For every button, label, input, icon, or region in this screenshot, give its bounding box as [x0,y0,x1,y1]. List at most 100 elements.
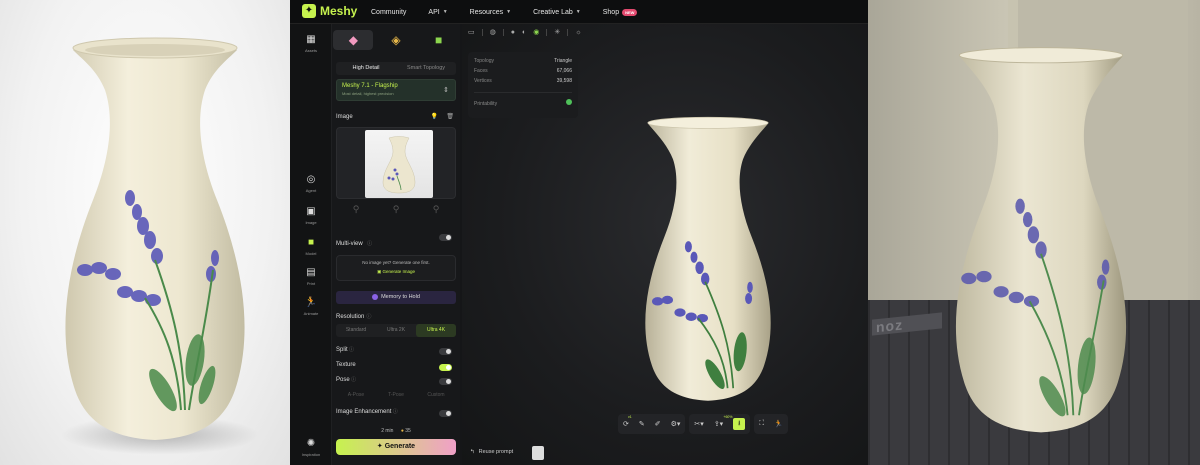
credit-cost: 35 [405,428,411,434]
toolbar-group-edit: ⟳ v1 ✎ ✐ ⚙▾ [618,414,686,434]
light-icon[interactable]: ✳ [554,28,560,36]
model-name: Meshy 7.1 - Flagship [342,83,398,89]
delete-icon[interactable]: 🗑 [446,113,454,120]
multi-view-slots: ⚲ ⚲ ⚲ [336,204,456,215]
tab-multi-object[interactable]: ◈ [376,30,416,50]
left-rail: ▦ Assets ◎ Agent ▣ Image ■ Model ▤ Print… [290,24,332,465]
main-nav: Community API ▼ Resources ▼ Creative Lab ▼ … [360,0,648,24]
nav-community[interactable]: Community [360,9,417,16]
rail-label: Model [305,251,317,256]
nav-creative-lab[interactable]: Creative Lab ▼ [522,9,592,16]
textured-sphere-icon[interactable]: ◉ [533,28,539,36]
multiview-toggle[interactable] [439,234,452,241]
rail-item-animate[interactable]: 🏃 Animate [290,295,332,317]
nav-label: Community [371,8,407,16]
magic-wand-icon[interactable]: ✎ [639,420,645,428]
memory-to-hold-button[interactable]: Memory to Hold [336,291,456,304]
lightbulb-icon[interactable]: 💡 [431,113,438,120]
rail-label: Agent [305,188,317,193]
option-standard[interactable]: Standard [336,324,376,337]
top-navbar: ✦ Meshy Community API ▼ Resources ▼ Creati… [290,0,868,24]
generate-label: Generate [384,443,416,450]
texture-label: Texture [336,362,356,368]
stat-value: Triangle [554,58,572,64]
grid-icon: ▦ [306,33,316,45]
option-t-pose[interactable]: T-Pose [376,389,416,401]
image-upload-card[interactable] [336,127,456,199]
stat-label: Faces [474,68,488,74]
3d-viewport[interactable]: ▭ ◍ ● ◐ ◉ ✳ ☼ Topology Triangle Faces 67,0… [462,24,868,465]
reuse-prompt-button[interactable]: ↰ Reuse prompt [470,449,513,455]
generate-button[interactable]: ✦ Generate [336,439,456,455]
image-icon: ▣ [306,205,316,217]
animate-icon[interactable]: 🏃 [774,420,783,428]
option-high-detail[interactable]: High Detail [336,62,396,75]
green-cube-icon: ■ [435,33,443,47]
rail-item-agent[interactable]: ◎ Agent [290,172,332,194]
option-a-pose[interactable]: A-Pose [336,389,376,401]
rail-item-inspiration[interactable]: ✺ Inspiration [290,436,332,458]
info-icon: ⓘ [366,314,372,320]
option-custom-pose[interactable]: Custom [416,389,456,401]
detail-segment: High Detail Smart Topology [336,62,456,75]
nav-api[interactable]: API ▼ [417,9,458,16]
texture-row: Texture [336,362,456,372]
nav-resources[interactable]: Resources ▼ [459,9,522,16]
enhancement-toggle[interactable] [439,410,452,417]
monitor-icon[interactable]: ▭ [468,28,475,36]
view-toolbar: ▭ ◍ ● ◐ ◉ ✳ ☼ [468,28,582,36]
rail-item-assets[interactable]: ▦ Assets [290,32,332,54]
tab-model[interactable]: ■ [419,30,459,50]
texture-toggle[interactable] [439,364,452,371]
tab-image-to-3d[interactable]: ◆ [333,30,374,50]
view-slot-back-icon[interactable]: ⚲ [433,204,440,215]
meshy-logo[interactable]: ✦ Meshy [302,4,357,18]
pose-toggle[interactable] [439,378,452,385]
view-slot-side-icon[interactable]: ⚲ [393,204,400,215]
stat-label: Vertices [474,78,492,84]
divider [474,92,572,93]
nav-shop[interactable]: Shop NEW [592,8,649,16]
rail-label: Print [306,281,316,286]
chevron-updown-icon: ⇕ [443,87,449,94]
info-icon: ⓘ [391,409,398,415]
option-ultra-2k[interactable]: Ultra 2K [376,324,416,337]
rail-item-model[interactable]: ■ Model [290,235,332,257]
nav-label: Creative Lab [533,8,573,16]
resolution-segment: Standard Ultra 2K Ultra 4K [336,324,456,337]
paint-icon[interactable]: ✂▾ [694,420,703,428]
model-selector[interactable]: Meshy 7.1 - Flagship Most detail, highes… [336,79,456,101]
share-icon[interactable]: ⇪▾ [714,420,723,428]
view-slot-front-icon[interactable]: ⚲ [353,204,360,215]
rail-label: Inspiration [301,452,321,457]
settings-icon[interactable]: ⚙▾ [671,420,681,428]
generate-image-link[interactable]: ▣ Generate Image [337,269,455,275]
generation-cost: 2 min ● 35 [336,428,456,434]
3d-vase-model[interactable] [638,104,778,414]
solid-sphere-icon[interactable]: ● [511,29,515,36]
split-toggle[interactable] [439,348,452,355]
wireframe-sphere-icon[interactable]: ◍ [490,28,496,36]
prompt-image-thumbnail[interactable] [532,446,544,460]
brush-icon[interactable]: ✐ [655,420,661,428]
option-smart-topology[interactable]: Smart Topology [396,62,456,75]
option-ultra-4k[interactable]: Ultra 4K [416,324,456,337]
rig-icon[interactable]: ⛶ [759,420,764,428]
enhancement-label: Image Enhancement [336,409,392,415]
caret-down-icon: ▼ [442,9,448,15]
rail-item-image[interactable]: ▣ Image [290,204,332,226]
toolbar-group-export: ✂▾ ⇪▾ +60% ⭳ [689,414,751,434]
sun-icon[interactable]: ☼ [575,29,581,36]
uploaded-image-thumbnail [365,130,433,198]
credit-coin-icon: ● [400,428,404,434]
image-actions: 💡 🗑 [431,113,454,120]
sparkle-icon: ✦ [376,443,385,450]
split-row: Split ⓘ [336,346,456,356]
rail-label: Animate [303,311,319,316]
stat-label: Topology [474,58,495,64]
half-sphere-icon[interactable]: ◐ [522,29,526,36]
rail-item-print[interactable]: ▤ Print [290,265,332,287]
running-icon: 🏃 [304,296,318,308]
retry-icon[interactable]: ⟳ [623,420,629,428]
download-icon[interactable]: ⭳ [733,418,746,430]
